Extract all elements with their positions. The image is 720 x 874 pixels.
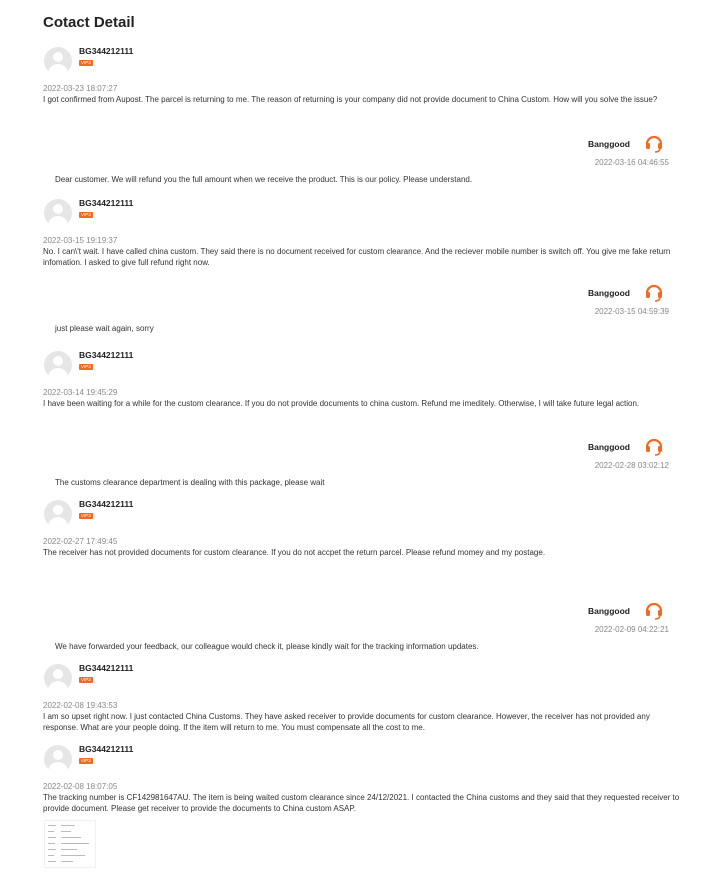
message-time: 2022-02-28 03:02:12 [594, 461, 669, 470]
user-avatar-icon [44, 500, 72, 528]
message-time: 2022-02-08 19:43:53 [43, 701, 118, 710]
message-text: I have been waiting for a while for the … [43, 399, 640, 408]
vip-badge: VIP3 [79, 677, 93, 683]
vip-badge: VIP3 [79, 758, 93, 764]
message-text: just please wait again, sorry [55, 324, 154, 333]
user-name: BG344212111 [79, 198, 134, 208]
user-avatar-icon [44, 351, 72, 379]
staff-name: Banggood [587, 288, 630, 298]
headset-icon [645, 284, 663, 302]
user-name: BG344212111 [79, 350, 134, 360]
message-time: 2022-03-14 19:45:29 [43, 388, 118, 397]
message-time: 2022-02-27 17:49:45 [43, 537, 118, 546]
user-avatar-icon [44, 47, 72, 75]
message-time: 2022-03-15 19:19:37 [43, 236, 118, 245]
user-name: BG344212111 [79, 499, 134, 509]
staff-name: Banggood [587, 606, 630, 616]
message-text: The tracking number is CF142981647AU. Th… [43, 793, 680, 813]
user-avatar-icon [44, 745, 72, 773]
vip-badge: VIP3 [79, 212, 93, 218]
message-text: The customs clearance department is deal… [55, 478, 325, 487]
user-name: BG344212111 [79, 46, 134, 56]
staff-name: Banggood [587, 442, 630, 452]
message-text: The receiver has not provided documents … [43, 548, 546, 557]
headset-icon [645, 135, 663, 153]
message-time: 2022-03-15 04:59:39 [594, 307, 669, 316]
message-text: I am so upset right now. I just contacte… [43, 712, 650, 732]
message-text: No. I can\'t wait. I have called china c… [43, 247, 671, 267]
user-name: BG344212111 [79, 744, 134, 754]
message-text: Dear customer. We will refund you the fu… [55, 175, 473, 184]
message-time: 2022-03-16 04:46:55 [594, 158, 669, 167]
user-name: BG344212111 [79, 663, 134, 673]
vip-badge: VIP3 [79, 60, 93, 66]
vip-badge: VIP3 [79, 513, 93, 519]
message-text: I got confirmed from Aupost. The parcel … [43, 95, 658, 104]
message-text: We have forwarded your feedback, our col… [55, 642, 479, 651]
message-time: 2022-03-23 18:07:27 [43, 84, 118, 93]
staff-name: Banggood [587, 139, 630, 149]
user-avatar-icon [44, 664, 72, 692]
user-avatar-icon [44, 199, 72, 227]
headset-icon [645, 602, 663, 620]
message-time: 2022-02-08 18:07:05 [43, 782, 118, 791]
message-time: 2022-02-09 04:22:21 [594, 625, 669, 634]
page-title: Cotact Detail [43, 14, 135, 31]
vip-badge: VIP3 [79, 364, 93, 370]
attachment-thumbnail[interactable] [44, 820, 96, 868]
headset-icon [645, 438, 663, 456]
